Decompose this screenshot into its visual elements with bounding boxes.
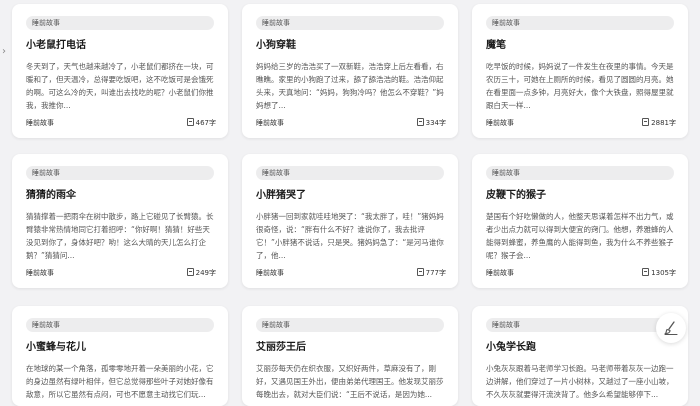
- document-icon: [416, 268, 424, 276]
- category-tag: 睡前故事: [486, 16, 674, 30]
- footer-category: 睡前故事: [486, 119, 514, 127]
- word-count: 1305字: [642, 267, 676, 279]
- footer-category: 睡前故事: [26, 269, 54, 277]
- category-tag: 睡前故事: [486, 318, 674, 332]
- card-footer: 睡前故事 467字: [26, 117, 216, 129]
- story-excerpt: 小兔灰灰跟着马老师学习长跑。马老师带着灰灰一边跑一边讲解，他们穿过了一片小树林，…: [486, 364, 674, 399]
- story-card[interactable]: 睡前故事 小胖猪哭了 小胖猪一回到家就哇哇地哭了：“我太胖了，哇！”猪妈妈很奇怪…: [242, 154, 458, 288]
- story-card[interactable]: 睡前故事 小狗穿鞋 妈妈给三岁的浩浩买了一双新鞋，浩浩穿上后左看看，右瞧瞧。家里…: [242, 4, 458, 138]
- story-excerpt: 冬天到了，天气也越来越冷了，小老鼠们都挤在一块，可暖和了，但天温冷，总得要吃饭吧…: [26, 62, 214, 110]
- story-card[interactable]: 睡前故事 皮鞭下的猴子 楚国有个好吃懒做的人，他整天思谋着怎样不出力气，或者少出…: [472, 154, 688, 288]
- document-icon: [186, 118, 194, 126]
- card-footer: 睡前故事 777字: [256, 267, 446, 279]
- word-count-text: 2881字: [651, 119, 676, 127]
- document-icon: [186, 268, 194, 276]
- story-card[interactable]: 睡前故事 小老鼠打电话 冬天到了，天气也越来越冷了，小老鼠们都挤在一块，可暖和了…: [12, 4, 228, 138]
- word-count: 467字: [186, 117, 216, 129]
- story-title[interactable]: 魔笔: [486, 39, 676, 53]
- word-count-text: 334字: [425, 119, 446, 127]
- document-icon: [642, 118, 650, 126]
- story-title[interactable]: 猜猜的雨伞: [26, 189, 216, 203]
- story-title[interactable]: 小胖猪哭了: [256, 189, 446, 203]
- category-tag: 睡前故事: [256, 16, 444, 30]
- category-tag: 睡前故事: [26, 16, 214, 30]
- expand-sidebar-arrow-icon[interactable]: ›: [0, 44, 8, 60]
- category-tag: 睡前故事: [26, 318, 214, 332]
- word-count: 334字: [416, 117, 446, 129]
- story-card[interactable]: 睡前故事 艾丽莎王后 艾丽莎每天仍在织衣服，又织好两件，草麻没有了，刚好，又遇见…: [242, 306, 458, 406]
- brush-icon: [664, 321, 678, 336]
- story-card[interactable]: 睡前故事 魔笔 吃早饭的时候，妈妈说了一件发生在夜里的事情。今天是农历三十，可她…: [472, 4, 688, 138]
- card-footer: 睡前故事 2881字: [486, 117, 676, 129]
- word-count: 2881字: [642, 117, 676, 129]
- brush-float-button[interactable]: [656, 313, 686, 343]
- word-count: 777字: [416, 267, 446, 279]
- footer-category: 睡前故事: [486, 269, 514, 277]
- card-footer: 睡前故事 334字: [256, 117, 446, 129]
- story-title[interactable]: 小蜜蜂与花儿: [26, 341, 216, 355]
- word-count-text: 1305字: [651, 269, 676, 277]
- story-excerpt: 吃早饭的时候，妈妈说了一件发生在夜里的事情。今天是农历三十，可她在上厕所的时候，…: [486, 62, 674, 110]
- footer-category: 睡前故事: [26, 119, 54, 127]
- word-count-text: 249字: [195, 269, 216, 277]
- story-card[interactable]: 睡前故事 小兔学长跑 小兔灰灰跟着马老师学习长跑。马老师带着灰灰一边跑一边讲解，…: [472, 306, 688, 406]
- story-card[interactable]: 睡前故事 小蜜蜂与花儿 在地球的某一个角落，孤零零地开着一朵美丽的小花，它的身边…: [12, 306, 228, 406]
- story-excerpt: 猜猜撑着一把雨伞在树中散步，路上它碰见了长臂猿。长臂猿非常热情地同它打着招呼：“…: [26, 212, 214, 260]
- story-excerpt: 楚国有个好吃懒做的人，他整天思谋着怎样不出力气，或者少出点力就可以得到大便宜的窍…: [486, 212, 674, 260]
- story-title[interactable]: 小狗穿鞋: [256, 39, 446, 53]
- document-icon: [642, 268, 650, 276]
- story-excerpt: 小胖猪一回到家就哇哇地哭了：“我太胖了，哇！”猪妈妈很奇怪，说：“胖有什么不好？…: [256, 212, 444, 260]
- category-tag: 睡前故事: [26, 166, 214, 180]
- word-count-text: 467字: [195, 119, 216, 127]
- category-tag: 睡前故事: [256, 166, 444, 180]
- story-card[interactable]: 睡前故事 猜猜的雨伞 猜猜撑着一把雨伞在树中散步，路上它碰见了长臂猿。长臂猿非常…: [12, 154, 228, 288]
- story-title[interactable]: 小老鼠打电话: [26, 39, 216, 53]
- story-excerpt: 在地球的某一个角落，孤零零地开着一朵美丽的小花，它的身边虽然有绿叶相伴，但它总觉…: [26, 364, 214, 399]
- story-title[interactable]: 皮鞭下的猴子: [486, 189, 676, 203]
- story-title[interactable]: 艾丽莎王后: [256, 341, 446, 355]
- card-footer: 睡前故事 1305字: [486, 267, 676, 279]
- category-tag: 睡前故事: [486, 166, 674, 180]
- word-count: 249字: [186, 267, 216, 279]
- card-footer: 睡前故事 249字: [26, 267, 216, 279]
- story-excerpt: 艾丽莎每天仍在织衣服，又织好两件，草麻没有了，刚好，又遇见国王外出，便由弟弟代理…: [256, 364, 444, 399]
- word-count-text: 777字: [425, 269, 446, 277]
- document-icon: [416, 118, 424, 126]
- story-excerpt: 妈妈给三岁的浩浩买了一双新鞋，浩浩穿上后左看看，右瞧瞧。家里的小狗跑了过来，舔了…: [256, 62, 444, 110]
- category-tag: 睡前故事: [256, 318, 444, 332]
- story-title[interactable]: 小兔学长跑: [486, 341, 676, 355]
- footer-category: 睡前故事: [256, 269, 284, 277]
- footer-category: 睡前故事: [256, 119, 284, 127]
